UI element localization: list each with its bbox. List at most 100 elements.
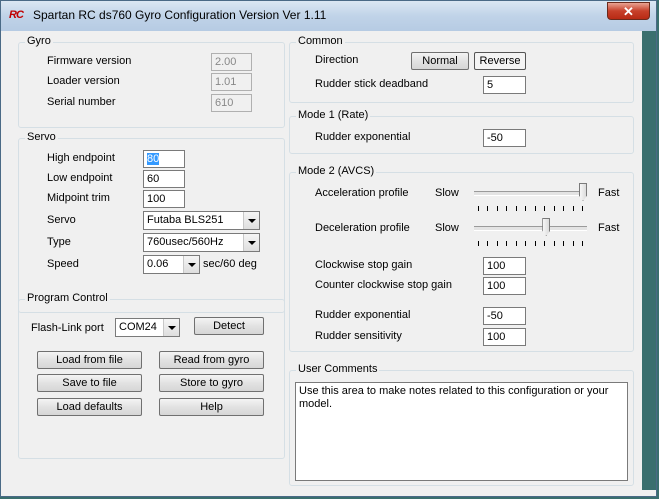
user-comments-group-title: User Comments bbox=[296, 363, 380, 375]
program-control-group: Program Control Flash-Link port COM24 De… bbox=[18, 292, 285, 459]
help-button[interactable]: Help bbox=[159, 398, 264, 416]
user-comments-group: User Comments Use this area to make note… bbox=[289, 363, 634, 486]
load-defaults-button[interactable]: Load defaults bbox=[37, 398, 142, 416]
detect-button[interactable]: Detect bbox=[194, 317, 264, 335]
store-to-gyro-button[interactable]: Store to gyro bbox=[159, 374, 264, 392]
load-from-file-button[interactable]: Load from file bbox=[37, 351, 142, 369]
slider-tick bbox=[572, 206, 574, 211]
slider-tick bbox=[515, 206, 517, 211]
chevron-down-icon[interactable] bbox=[243, 234, 259, 251]
slider-tick bbox=[525, 206, 527, 211]
high-endpoint-label: High endpoint bbox=[47, 152, 115, 164]
direction-label: Direction bbox=[315, 54, 359, 66]
low-endpoint-field[interactable]: 60 bbox=[143, 170, 185, 188]
read-from-gyro-button[interactable]: Read from gyro bbox=[159, 351, 264, 369]
mode2-rudder-exponential-label: Rudder exponential bbox=[315, 309, 411, 321]
firmware-version-field: 2.00 bbox=[211, 53, 252, 71]
servo-speed-label: Speed bbox=[47, 258, 79, 270]
slider-tick bbox=[553, 206, 555, 211]
slider-tick bbox=[478, 241, 479, 246]
slider-tick bbox=[478, 206, 479, 211]
window-title: Spartan RC ds760 Gyro Configuration Vers… bbox=[33, 8, 327, 22]
servo-type-dropdown[interactable]: 760usec/560Hz bbox=[143, 233, 260, 252]
slider-tick bbox=[506, 241, 508, 246]
right-edge-strip bbox=[642, 31, 656, 490]
mode2-group: Mode 2 (AVCS) Acceleration profile Slow … bbox=[289, 165, 634, 352]
firmware-version-label: Firmware version bbox=[47, 55, 132, 67]
midpoint-trim-field[interactable]: 100 bbox=[143, 190, 185, 208]
decel-fast-label: Fast bbox=[598, 222, 620, 234]
serial-number-field: 610 bbox=[211, 94, 252, 112]
accel-fast-label: Fast bbox=[598, 187, 620, 199]
slider-tick bbox=[515, 241, 517, 246]
slider-tick bbox=[534, 206, 536, 211]
high-endpoint-field[interactable]: 80 bbox=[143, 150, 185, 168]
deceleration-slider-ticks bbox=[478, 241, 584, 246]
slider-tick bbox=[534, 241, 536, 246]
normal-direction-button[interactable]: Normal bbox=[411, 52, 469, 70]
slider-tick bbox=[563, 241, 565, 246]
mode2-rudder-exponential-field[interactable]: -50 bbox=[483, 307, 526, 325]
servo-model-dropdown[interactable]: Futaba BLS251 bbox=[143, 211, 260, 230]
app-logo-icon: RC bbox=[9, 9, 24, 21]
mode1-group-title: Mode 1 (Rate) bbox=[296, 109, 371, 121]
serial-number-label: Serial number bbox=[47, 96, 116, 108]
slider-tick bbox=[563, 206, 565, 211]
rudder-deadband-field[interactable]: 5 bbox=[483, 76, 526, 94]
gyro-group-title: Gyro bbox=[25, 35, 53, 47]
close-button[interactable]: ✕ bbox=[607, 2, 650, 20]
slider-tick bbox=[496, 241, 498, 246]
slider-tick bbox=[544, 241, 546, 246]
servo-group-title: Servo bbox=[25, 131, 58, 143]
flash-link-port-label: Flash-Link port bbox=[31, 322, 104, 334]
low-endpoint-label: Low endpoint bbox=[47, 172, 113, 184]
chevron-down-icon[interactable] bbox=[243, 212, 259, 229]
clockwise-stop-gain-field[interactable]: 100 bbox=[483, 257, 526, 275]
counter-clockwise-stop-gain-field[interactable]: 100 bbox=[483, 277, 526, 295]
deceleration-slider-track[interactable] bbox=[474, 226, 587, 231]
chevron-down-icon[interactable] bbox=[183, 256, 199, 273]
acceleration-slider-ticks bbox=[478, 206, 584, 211]
rudder-sensitivity-field[interactable]: 100 bbox=[483, 328, 526, 346]
servo-type-value: 760usec/560Hz bbox=[147, 236, 224, 248]
mode1-rudder-exponential-field[interactable]: -50 bbox=[483, 129, 526, 147]
flash-link-port-dropdown[interactable]: COM24 bbox=[115, 318, 180, 337]
slider-tick bbox=[487, 241, 489, 246]
save-to-file-button[interactable]: Save to file bbox=[37, 374, 142, 392]
slider-tick bbox=[582, 241, 583, 246]
servo-type-label: Type bbox=[47, 236, 71, 248]
decel-slow-label: Slow bbox=[435, 222, 459, 234]
rudder-sensitivity-label: Rudder sensitivity bbox=[315, 330, 402, 342]
mode2-group-title: Mode 2 (AVCS) bbox=[296, 165, 377, 177]
reverse-direction-button[interactable]: Reverse bbox=[474, 52, 526, 70]
midpoint-trim-label: Midpoint trim bbox=[47, 192, 110, 204]
rudder-deadband-label: Rudder stick deadband bbox=[315, 78, 429, 90]
slider-tick bbox=[487, 206, 489, 211]
servo-speed-dropdown[interactable]: 0.06 bbox=[143, 255, 200, 274]
slider-tick bbox=[506, 206, 508, 211]
flash-link-port-value: COM24 bbox=[119, 321, 157, 333]
deceleration-slider-thumb[interactable] bbox=[542, 218, 551, 236]
chevron-down-icon[interactable] bbox=[163, 319, 179, 336]
slider-tick bbox=[525, 241, 527, 246]
clockwise-stop-gain-label: Clockwise stop gain bbox=[315, 259, 413, 271]
servo-speed-value: 0.06 bbox=[147, 258, 169, 270]
servo-group: Servo High endpoint 80 Low endpoint 60 M… bbox=[18, 131, 285, 313]
slider-tick bbox=[582, 206, 583, 211]
acceleration-slider-track[interactable] bbox=[474, 191, 587, 196]
common-group: Common Direction Normal Reverse Rudder s… bbox=[289, 35, 634, 103]
mode1-rudder-exponential-label: Rudder exponential bbox=[315, 131, 411, 143]
client-area: Gyro Firmware version 2.00 Loader versio… bbox=[9, 31, 641, 490]
title-bar[interactable]: RC Spartan RC ds760 Gyro Configuration V… bbox=[1, 1, 656, 31]
acceleration-slider-thumb[interactable] bbox=[579, 183, 587, 201]
high-endpoint-value: 80 bbox=[147, 153, 160, 165]
mode1-group: Mode 1 (Rate) Rudder exponential -50 bbox=[289, 109, 634, 154]
user-comments-textarea[interactable]: Use this area to make notes related to t… bbox=[295, 382, 628, 481]
counter-clockwise-stop-gain-label: Counter clockwise stop gain bbox=[315, 279, 452, 291]
program-control-group-title: Program Control bbox=[25, 292, 110, 304]
acceleration-profile-label: Acceleration profile bbox=[315, 187, 409, 199]
slider-tick bbox=[572, 241, 574, 246]
servo-model-label: Servo bbox=[47, 214, 76, 226]
slider-tick bbox=[544, 206, 546, 211]
loader-version-label: Loader version bbox=[47, 75, 120, 87]
